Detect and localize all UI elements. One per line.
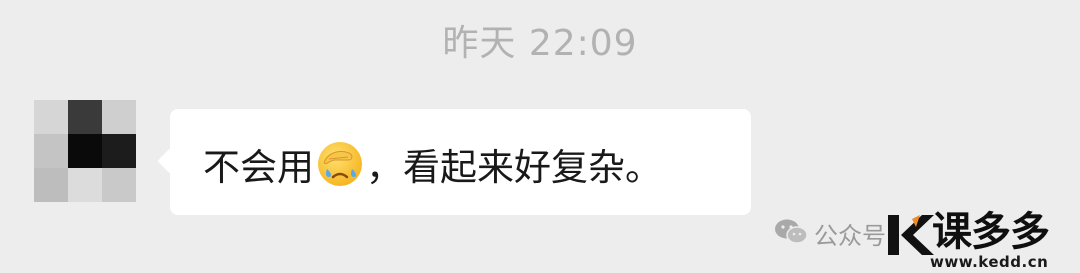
brand-url: www.kedd.cn <box>930 253 1049 271</box>
face-palm-emoji-icon <box>315 139 365 189</box>
bubble-tail <box>157 148 183 174</box>
wechat-icon <box>774 218 808 250</box>
message-timestamp: 昨天 22:09 <box>442 23 638 64</box>
watermark: 公众号 课多多 www.kedd.cn <box>775 209 1072 271</box>
wechat-account-tag: 公众号 <box>774 216 886 251</box>
message-text-before: 不会用 <box>203 146 314 189</box>
brand-name: 课多多 <box>932 209 1050 255</box>
wechat-label: 公众号 <box>814 222 886 250</box>
message-text-after: ，看起来好复杂。 <box>366 146 662 189</box>
message-text: 不会用 ，看起来好复杂。 <box>203 139 662 189</box>
brand-k-icon <box>888 215 934 255</box>
message-bubble[interactable]: 不会用 ，看起来好复杂。 <box>157 109 751 215</box>
brand-logo: 课多多 www.kedd.cn <box>886 209 1072 271</box>
avatar[interactable] <box>34 100 136 202</box>
